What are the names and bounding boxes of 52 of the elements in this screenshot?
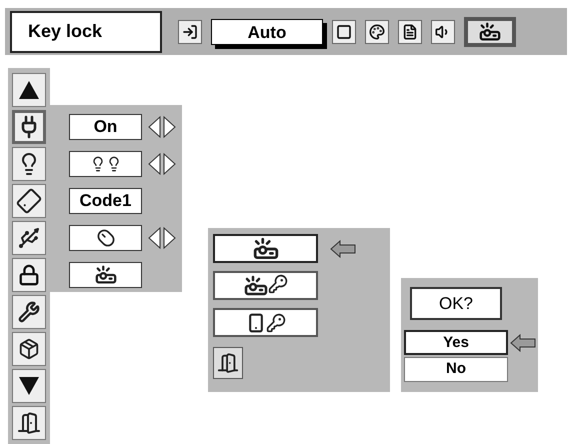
projector-icon [94, 264, 116, 286]
menu-item[interactable] [12, 147, 46, 181]
menu-item[interactable] [12, 73, 46, 107]
menu-item[interactable] [12, 369, 46, 403]
menu-item[interactable] [12, 221, 46, 255]
menu-item[interactable] [12, 295, 46, 329]
menu-title: Key lock [10, 10, 162, 52]
input-icon [182, 24, 198, 40]
exit-button[interactable] [213, 347, 243, 379]
menu-item[interactable] [12, 406, 46, 440]
value-field[interactable]: On [69, 114, 142, 140]
down-triangle-icon [18, 375, 40, 397]
menu-tab[interactable] [178, 20, 202, 44]
menu-item[interactable] [12, 332, 46, 366]
confirm-title: OK? [410, 287, 502, 320]
pointer-arrow-icon [510, 334, 536, 352]
value-field[interactable] [69, 262, 142, 288]
projector-icon [252, 236, 278, 262]
page-icon [402, 24, 418, 40]
projector-key-icon [244, 274, 288, 298]
value-field[interactable] [69, 151, 142, 177]
menu-tab[interactable] [332, 20, 356, 44]
confirm-option[interactable]: No [404, 357, 508, 382]
menu-item[interactable] [12, 184, 46, 218]
lock-icon [18, 264, 40, 286]
left-right-arrows-icon[interactable] [147, 226, 177, 250]
door-icon [17, 411, 41, 435]
square-frame-icon [336, 24, 352, 40]
up-triangle-icon [18, 79, 40, 101]
menu-tab[interactable] [365, 20, 389, 44]
wrench-icon [18, 301, 40, 323]
left-right-arrows-icon[interactable] [147, 152, 177, 176]
projector-icon [479, 20, 501, 42]
palette-icon [369, 24, 385, 40]
door-icon [217, 352, 239, 374]
menu-tab[interactable] [398, 20, 422, 44]
value-text: Code1 [80, 190, 132, 212]
menu-item[interactable] [12, 258, 46, 292]
settings-tab[interactable] [464, 16, 516, 46]
box-icon [18, 338, 40, 360]
menu-tab[interactable] [431, 20, 455, 44]
confirm-option[interactable]: Yes [404, 330, 508, 355]
lock-option[interactable] [213, 234, 318, 263]
value-field[interactable]: Code1 [69, 188, 142, 214]
lock-option[interactable] [213, 271, 318, 300]
usb-icon [17, 226, 41, 250]
pointer-arrow-icon [330, 240, 356, 258]
value-text: On [94, 116, 118, 138]
left-right-arrows-icon[interactable] [147, 115, 177, 139]
lock-option[interactable] [213, 308, 318, 337]
value-field[interactable] [69, 225, 142, 251]
menu-item[interactable] [12, 110, 46, 144]
